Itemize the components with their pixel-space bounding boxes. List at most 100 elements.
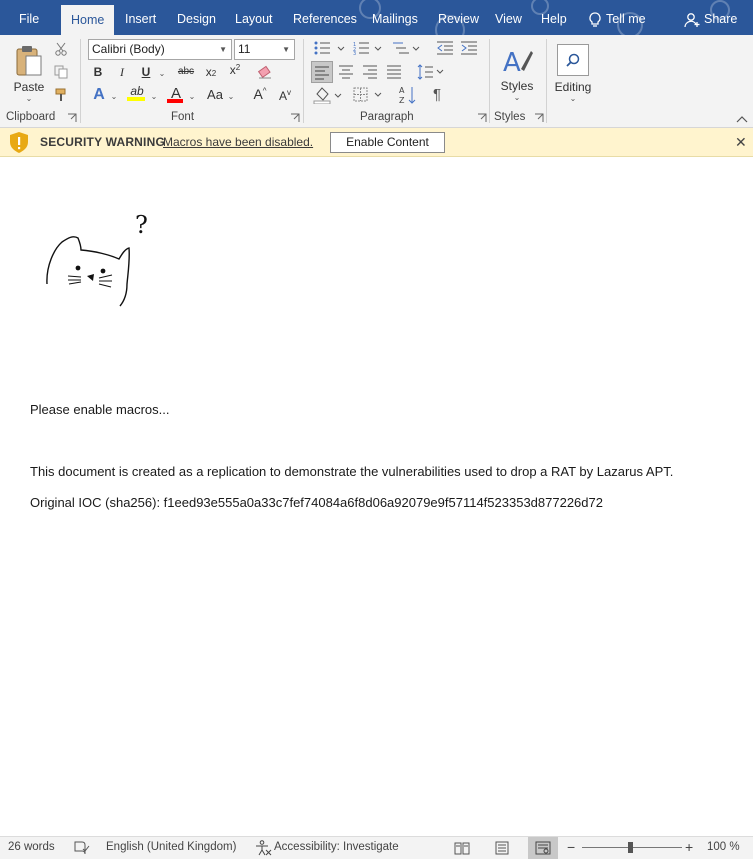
font-color-button[interactable]: A [167, 85, 185, 103]
macros-disabled-link[interactable]: Macros have been disabled. [163, 135, 313, 149]
sort-icon[interactable]: A Z [399, 85, 417, 105]
paste-button[interactable]: Paste ⌄ [12, 39, 46, 107]
shrink-font-label: A [278, 89, 287, 103]
italic-button[interactable]: I [115, 65, 129, 80]
close-icon[interactable]: ✕ [735, 134, 747, 151]
highlight-label: ab [130, 84, 144, 98]
show-formatting-marks-button[interactable]: ¶ [430, 86, 444, 103]
clipboard-dialog-launcher-icon[interactable] [67, 113, 77, 123]
web-layout-icon [535, 841, 551, 855]
read-mode-icon[interactable] [454, 841, 470, 855]
paragraph-dialog-launcher-icon[interactable] [477, 113, 487, 123]
zoom-level[interactable]: 100 % [707, 841, 740, 853]
font-dialog-launcher-icon[interactable] [290, 113, 300, 123]
language-indicator[interactable]: English (United Kingdom) [106, 841, 236, 853]
accessibility-icon[interactable] [254, 840, 272, 856]
paragraph-enable-macros: Please enable macros... [30, 402, 170, 417]
document-page[interactable]: ? Please enable macros... This document … [0, 157, 753, 836]
editing-icon-frame [557, 43, 589, 76]
eraser-icon [257, 65, 271, 79]
paragraph-description: This document is created as a replicatio… [30, 464, 674, 479]
tab-view[interactable]: View [495, 0, 522, 35]
shrink-font-button[interactable]: Av [277, 88, 293, 103]
tab-file[interactable]: File [19, 0, 39, 35]
text-effects-button[interactable]: A [90, 86, 108, 104]
copy-button[interactable] [53, 64, 69, 80]
change-case-dropdown[interactable]: ⌄ [226, 88, 236, 102]
share-button[interactable]: Share [684, 0, 737, 35]
tab-insert[interactable]: Insert [125, 0, 156, 35]
tell-me-box[interactable]: Tell me [588, 0, 646, 35]
styles-brush-icon: A [503, 48, 533, 78]
highlight-dropdown[interactable]: ⌄ [149, 88, 159, 102]
styles-dialog-launcher-icon[interactable] [534, 113, 544, 123]
tab-layout[interactable]: Layout [235, 0, 273, 35]
security-warning-title: SECURITY WARNING [40, 135, 165, 149]
styles-group-label: Styles [494, 111, 526, 123]
enable-content-button[interactable]: Enable Content [330, 132, 445, 153]
decrease-indent-icon[interactable] [437, 41, 453, 55]
svg-text:A: A [503, 48, 521, 78]
paragraph-group-label: Paragraph [360, 111, 414, 123]
format-painter-button[interactable] [53, 87, 69, 103]
styles-button[interactable]: A Styles ⌄ [497, 39, 537, 107]
clear-formatting-button[interactable] [256, 64, 274, 80]
paragraph-ioc: Original IOC (sha256): f1eed93e555a0a33c… [30, 495, 603, 510]
change-case-button[interactable]: Aa [205, 87, 225, 102]
proofing-icon[interactable] [74, 841, 90, 855]
accessibility-status[interactable]: Accessibility: Investigate [274, 841, 399, 853]
person-add-icon [684, 12, 700, 27]
justify-icon[interactable] [387, 65, 401, 79]
strikethrough-button[interactable]: abc [175, 66, 197, 77]
web-layout-button[interactable] [528, 837, 558, 859]
lightbulb-icon [589, 12, 601, 27]
security-warning-bar: SECURITY WARNING Macros have been disabl… [0, 128, 753, 157]
shading-icon[interactable] [313, 86, 345, 104]
tell-me-label: Tell me [606, 12, 646, 26]
tab-review[interactable]: Review [438, 0, 479, 35]
line-spacing-icon[interactable] [417, 64, 445, 80]
bold-button[interactable]: B [91, 65, 105, 79]
borders-icon[interactable] [353, 87, 385, 103]
text-effects-dropdown[interactable]: ⌄ [109, 88, 119, 102]
grow-font-button[interactable]: A^ [252, 86, 268, 102]
bullets-icon[interactable] [314, 41, 350, 55]
zoom-in-button[interactable]: + [685, 839, 693, 855]
font-name-combo[interactable]: Calibri (Body) ▼ [88, 39, 232, 60]
shield-warning-icon [10, 132, 28, 153]
tab-mailings[interactable]: Mailings [372, 0, 418, 35]
print-layout-icon[interactable] [494, 841, 510, 855]
tab-references[interactable]: References [293, 0, 357, 35]
zoom-out-button[interactable]: − [567, 839, 575, 855]
ribbon-tab-bar: File Home Insert Design Layout Reference… [0, 0, 753, 35]
group-separator [303, 39, 304, 123]
tab-help[interactable]: Help [541, 0, 567, 35]
paste-dropdown-arrow[interactable]: ⌄ [26, 94, 33, 103]
superscript-button[interactable]: x2 [227, 63, 243, 77]
numbering-icon[interactable]: 1 2 3 [353, 41, 389, 55]
increase-indent-icon[interactable] [461, 41, 477, 55]
word-count[interactable]: 26 words [8, 841, 55, 853]
tab-home[interactable]: Home [61, 5, 115, 35]
underline-button[interactable]: U [139, 65, 153, 79]
multilevel-list-icon[interactable] [391, 41, 423, 55]
highlight-button[interactable]: ab [127, 84, 147, 101]
collapse-ribbon-icon[interactable] [736, 115, 748, 123]
underline-dropdown[interactable]: ⌄ [157, 65, 167, 79]
align-left-button[interactable] [311, 61, 333, 83]
align-left-icon [315, 66, 329, 80]
zoom-slider-thumb[interactable] [628, 842, 633, 853]
align-right-icon[interactable] [363, 65, 377, 79]
clipboard-paste-icon [16, 45, 42, 75]
font-color-dropdown[interactable]: ⌄ [187, 88, 197, 102]
tab-design[interactable]: Design [177, 0, 216, 35]
editing-button[interactable]: Editing ⌄ [552, 39, 594, 107]
subscript-button[interactable]: x2 [203, 65, 219, 79]
svg-text:Z: Z [399, 96, 405, 105]
styles-label: Styles [500, 78, 534, 93]
font-name-value: Calibri (Body) [92, 42, 165, 56]
align-center-icon[interactable] [339, 65, 353, 79]
font-size-combo[interactable]: 11 ▼ [234, 39, 295, 60]
cut-button[interactable] [53, 41, 69, 57]
search-icon [566, 53, 580, 67]
